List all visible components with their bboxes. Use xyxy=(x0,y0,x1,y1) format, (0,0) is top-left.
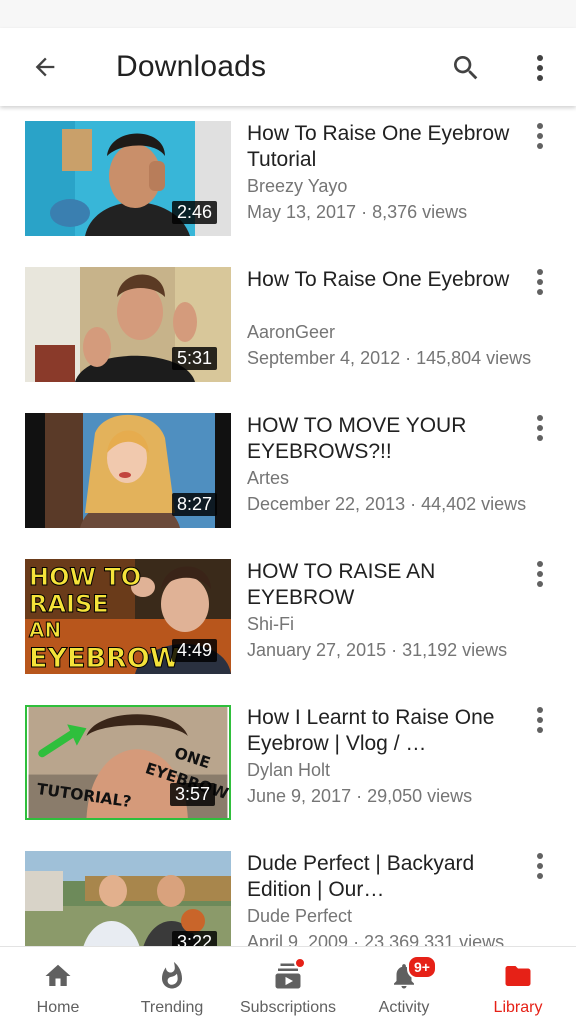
notification-badge: 9+ xyxy=(407,955,437,979)
video-thumbnail[interactable]: 3:22 xyxy=(25,851,231,946)
video-title[interactable]: HOW TO MOVE YOUR EYEBROWS?!! xyxy=(247,413,522,465)
video-item[interactable]: 3:22 Dude Perfect | Backyard Edition | O… xyxy=(0,836,576,946)
duration-badge: 8:27 xyxy=(171,493,217,516)
video-title[interactable]: How To Raise One Eyebrow xyxy=(247,267,522,293)
nav-label: Subscriptions xyxy=(239,999,337,1016)
page-title: Downloads xyxy=(116,50,267,83)
thumbnail-text-line: AN xyxy=(29,618,61,642)
video-thumbnail[interactable]: 8:27 xyxy=(25,413,231,528)
more-vert-icon xyxy=(537,55,543,81)
video-meta: May 13, 2017 · 8,376 views xyxy=(247,202,468,222)
more-vert-icon xyxy=(537,561,543,587)
duration-badge: 3:22 xyxy=(171,931,217,946)
channel-name: Dylan Holt xyxy=(247,760,331,780)
channel-name: Shi-Fi xyxy=(247,614,295,634)
more-vert-icon xyxy=(537,415,543,441)
nav-label: Trending xyxy=(140,999,204,1016)
video-title[interactable]: HOW TO RAISE AN EYEBROW xyxy=(247,559,522,611)
nav-subscriptions[interactable]: Subscriptions xyxy=(232,947,344,1024)
video-thumbnail[interactable]: HOW TO RAISE AN EYEBROW 4:49 xyxy=(25,559,231,674)
duration-badge: 3:57 xyxy=(169,783,215,806)
channel-name: Dude Perfect xyxy=(247,906,353,926)
item-more-button[interactable] xyxy=(526,411,554,445)
duration-badge: 5:31 xyxy=(171,347,217,370)
bell-icon: 9+ xyxy=(389,955,437,993)
search-button[interactable] xyxy=(444,46,488,90)
more-vert-icon xyxy=(537,123,543,149)
thumbnail-text-line: HOW TO xyxy=(29,563,141,591)
video-thumbnail[interactable]: 5:31 xyxy=(25,267,231,382)
video-meta: January 27, 2015 · 31,192 views xyxy=(247,640,508,660)
video-title[interactable]: How I Learnt to Raise One Eyebrow | Vlog… xyxy=(247,705,522,757)
thumbnail-text-line: EYEBROW xyxy=(29,643,180,674)
video-title[interactable]: How To Raise One Eyebrow Tutorial xyxy=(247,121,522,173)
video-meta: June 9, 2017 · 29,050 views xyxy=(247,786,473,806)
folder-icon xyxy=(501,959,535,993)
home-icon xyxy=(42,959,74,993)
nav-trending[interactable]: Trending xyxy=(128,947,216,1024)
channel-name: Breezy Yayo xyxy=(247,176,348,196)
channel-name: AaronGeer xyxy=(247,322,336,342)
status-bar xyxy=(0,0,576,28)
video-item[interactable]: ONE EYEBROW TUTORIAL? 3:57 How I Learnt … xyxy=(0,690,576,836)
item-more-button[interactable] xyxy=(526,265,554,299)
video-item[interactable]: 2:46 How To Raise One Eyebrow Tutorial B… xyxy=(0,106,576,252)
thumbnail-text-line: RAISE xyxy=(29,590,109,618)
downloads-list: 2:46 How To Raise One Eyebrow Tutorial B… xyxy=(0,106,576,946)
video-item[interactable]: 8:27 HOW TO MOVE YOUR EYEBROWS?!! Artes … xyxy=(0,398,576,544)
video-thumbnail[interactable]: ONE EYEBROW TUTORIAL? 3:57 xyxy=(25,705,231,820)
nav-home[interactable]: Home xyxy=(14,947,102,1024)
video-thumbnail[interactable]: 2:46 xyxy=(25,121,231,236)
nav-label: Home xyxy=(36,999,80,1016)
video-meta: December 22, 2013 · 44,402 views xyxy=(247,494,527,514)
nav-label: Library xyxy=(493,999,543,1016)
new-content-dot xyxy=(294,957,306,969)
more-vert-icon xyxy=(537,853,543,879)
search-icon xyxy=(454,56,478,80)
item-more-button[interactable] xyxy=(526,119,554,153)
video-title[interactable]: Dude Perfect | Backyard Edition | Our… xyxy=(247,851,522,903)
nav-label: Activity xyxy=(378,999,430,1016)
more-vert-icon xyxy=(537,707,543,733)
duration-badge: 2:46 xyxy=(171,201,217,224)
duration-badge: 4:49 xyxy=(171,639,217,662)
flame-icon xyxy=(157,959,187,993)
arrow-back-icon xyxy=(35,57,55,77)
item-more-button[interactable] xyxy=(526,703,554,737)
channel-name: Artes xyxy=(247,468,290,488)
app-bar: Downloads xyxy=(0,28,576,106)
subscriptions-icon xyxy=(272,957,306,993)
bottom-navigation: Home Trending Subscriptions 9+ Activity … xyxy=(0,946,576,1024)
video-item[interactable]: 5:31 How To Raise One Eyebrow AaronGeer … xyxy=(0,252,576,398)
video-meta: April 9, 2009 · 23,369,331 views xyxy=(247,932,505,946)
more-vert-icon xyxy=(537,269,543,295)
more-options-button[interactable] xyxy=(520,46,560,90)
nav-library[interactable]: Library xyxy=(474,947,562,1024)
nav-activity[interactable]: 9+ Activity xyxy=(360,947,448,1024)
back-button[interactable] xyxy=(22,47,68,87)
video-meta: September 4, 2012 · 145,804 views xyxy=(247,348,532,368)
video-item[interactable]: HOW TO RAISE AN EYEBROW 4:49 HOW TO RAIS… xyxy=(0,544,576,690)
item-more-button[interactable] xyxy=(526,557,554,591)
item-more-button[interactable] xyxy=(526,849,554,883)
